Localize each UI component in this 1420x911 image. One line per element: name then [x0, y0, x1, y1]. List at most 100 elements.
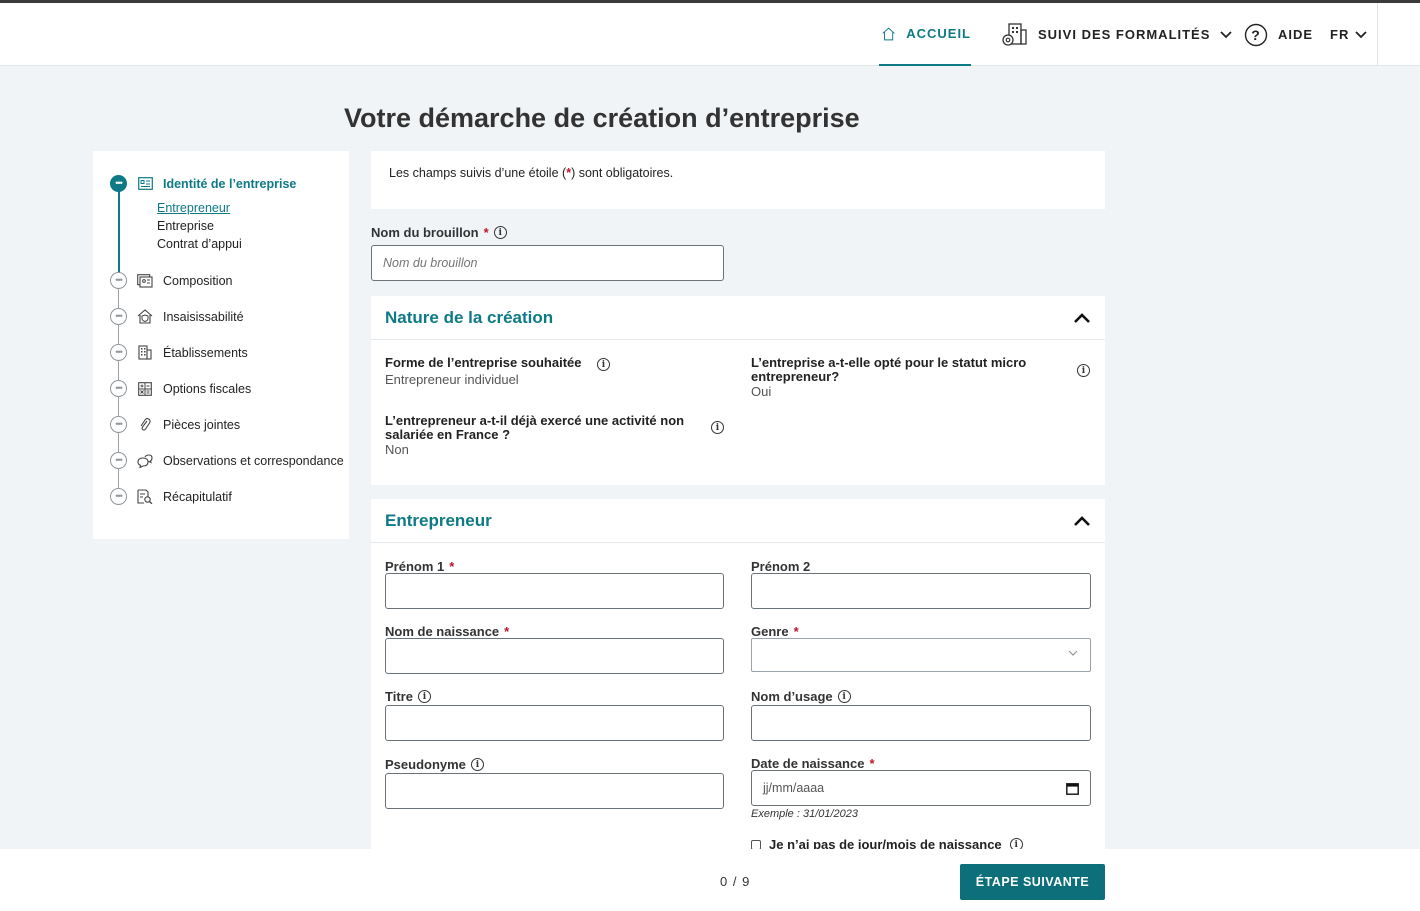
paperclip-icon: [137, 417, 153, 433]
page-title: Votre démarche de création d’entreprise: [344, 103, 860, 133]
info-icon[interactable]: i: [711, 421, 724, 434]
info-icon[interactable]: i: [470, 758, 484, 771]
step-status-dot: •••: [110, 175, 127, 192]
step-composition[interactable]: ••• Composition: [110, 272, 232, 289]
chevron-down-icon: [1068, 650, 1078, 656]
help-icon: ?: [1244, 23, 1268, 46]
nom-naissance-input[interactable]: [385, 638, 724, 674]
titre-input[interactable]: [385, 705, 724, 741]
nav-home-label: ACCUEIL: [906, 26, 971, 41]
substep-entrepreneur[interactable]: Entrepreneur: [157, 201, 230, 215]
chevron-down-icon: [1220, 30, 1233, 38]
pseudonyme-label-text: Pseudonyme: [385, 757, 466, 772]
required-star: *: [793, 624, 799, 639]
substep-entreprise[interactable]: Entreprise: [157, 219, 214, 233]
info-icon[interactable]: i: [493, 226, 507, 239]
nav-aide-label: AIDE: [1278, 27, 1314, 42]
step-label: Composition: [163, 273, 233, 288]
id-card-icon: [137, 176, 153, 192]
header-divider: [1377, 3, 1378, 66]
language-selector[interactable]: FR: [1330, 3, 1367, 66]
nav-home[interactable]: ACCUEIL: [879, 3, 971, 66]
step-pieces-jointes[interactable]: ••• Pièces jointes: [110, 416, 240, 433]
prenom2-input[interactable]: [751, 573, 1091, 609]
genre-select[interactable]: [751, 638, 1091, 672]
step-identite[interactable]: ••• Identité de l’entreprise: [110, 175, 296, 192]
step-status-dot: •••: [110, 452, 127, 469]
info-icon[interactable]: i: [837, 690, 851, 703]
step-options-fiscales[interactable]: ••• Options fiscales: [110, 380, 251, 397]
activite-non-salariee-value: Non: [385, 442, 409, 457]
notice-text-after: ) sont obligatoires.: [571, 166, 674, 180]
prenom2-label-text: Prénom 2: [751, 559, 811, 574]
titre-label: Titre i: [385, 689, 431, 704]
stepper-sidebar: ••• Identité de l’entreprise Entrepreneu…: [93, 151, 349, 539]
step-observations[interactable]: ••• Observations et correspondance: [110, 452, 344, 469]
footer-bar: 0 / 9 ÉTAPE SUIVANTE: [0, 849, 1420, 911]
step-status-dot: •••: [110, 344, 127, 361]
forme-entreprise-label: Forme de l’entreprise souhaitée: [385, 356, 605, 370]
step-insaisissabilite[interactable]: ••• Insaisissabilité: [110, 308, 244, 325]
micro-entrepreneur-label: L’entreprise a-t-elle opté pour le statu…: [751, 355, 1027, 384]
language-label: FR: [1330, 27, 1350, 42]
step-etablissements[interactable]: ••• Établissements: [110, 344, 248, 361]
chat-icon: [137, 453, 153, 469]
nom-usage-label-text: Nom d’usage: [751, 689, 833, 704]
calendar-icon[interactable]: [1066, 782, 1079, 795]
step-status-dot: •••: [110, 416, 127, 433]
next-step-button[interactable]: ÉTAPE SUIVANTE: [960, 864, 1105, 900]
stepper-progress-line: [118, 191, 120, 278]
info-icon[interactable]: i: [1077, 364, 1090, 377]
substep-contrat-appui[interactable]: Contrat d’appui: [157, 237, 242, 251]
step-label: Options fiscales: [163, 381, 252, 396]
titre-label-text: Titre: [385, 689, 413, 704]
nav-aide[interactable]: ? AIDE: [1244, 3, 1313, 66]
step-status-dot: •••: [110, 380, 127, 397]
entrepreneur-header[interactable]: Entrepreneur: [371, 499, 1105, 543]
chevron-up-icon[interactable]: [1073, 309, 1091, 327]
chevron-up-icon[interactable]: [1073, 512, 1091, 530]
nav-suivi-formalites[interactable]: SUIVI DES FORMALITÉS: [1000, 3, 1233, 66]
info-icon[interactable]: i: [597, 358, 610, 371]
pseudonyme-input[interactable]: [385, 773, 724, 809]
site-header: ACCUEIL SUIVI DES FORMALITÉS ? AIDE FR: [0, 3, 1420, 66]
buildings-gear-icon: [1002, 22, 1027, 46]
draft-name-label-text: Nom du brouillon: [371, 225, 479, 240]
info-icon[interactable]: i: [417, 690, 431, 703]
prenom1-input[interactable]: [385, 573, 724, 609]
step-status-dot: •••: [110, 308, 127, 325]
step-label: Pièces jointes: [163, 417, 241, 432]
step-label: Établissements: [163, 345, 248, 360]
draft-name-label: Nom du brouillon * i: [371, 225, 507, 240]
date-naissance-input[interactable]: jj/mm/aaaa: [751, 770, 1091, 806]
nom-naissance-label-text: Nom de naissance: [385, 624, 500, 639]
step-recapitulatif[interactable]: ••• Récapitulatif: [110, 488, 232, 505]
composition-icon: [137, 273, 153, 289]
prenom1-label-text: Prénom 1: [385, 559, 445, 574]
draft-name-input[interactable]: [371, 245, 724, 281]
micro-entrepreneur-value: Oui: [751, 384, 772, 399]
nom-usage-label: Nom d’usage i: [751, 689, 851, 704]
entrepreneur-title: Entrepreneur: [385, 510, 492, 530]
step-label: Observations et correspondance: [163, 453, 344, 468]
nav-suivi-label: SUIVI DES FORMALITÉS: [1038, 27, 1211, 42]
required-star: *: [504, 624, 510, 639]
no-birth-day-checkbox[interactable]: [751, 839, 761, 850]
step-label: Identité de l’entreprise: [163, 176, 297, 191]
step-pager: 0 / 9: [720, 874, 751, 889]
nom-usage-input[interactable]: [751, 705, 1091, 741]
prenom1-label: Prénom 1 *: [385, 559, 454, 574]
notice-text-before: Les champs suivis d’une étoile (: [389, 166, 567, 180]
genre-label-text: Genre: [751, 624, 789, 639]
date-naissance-label: Date de naissance *: [751, 756, 875, 771]
pseudonyme-label: Pseudonyme i: [385, 757, 484, 772]
required-star: *: [483, 225, 489, 240]
date-naissance-label-text: Date de naissance: [751, 756, 865, 771]
step-label: Récapitulatif: [163, 489, 232, 504]
required-star: *: [449, 559, 455, 574]
nature-creation-header[interactable]: Nature de la création: [371, 296, 1105, 340]
step-status-dot: •••: [110, 488, 127, 505]
required-star: *: [869, 756, 875, 771]
genre-label: Genre *: [751, 624, 799, 639]
home-icon: [882, 27, 895, 40]
